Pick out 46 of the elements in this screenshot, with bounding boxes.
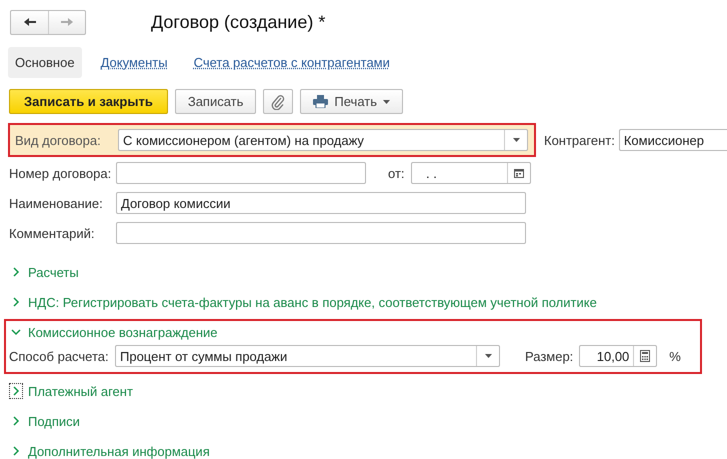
section-header[interactable]: Платежный агент [6, 380, 133, 402]
field-label: Комментарий: [9, 226, 96, 240]
field-label: Наименование: [9, 196, 104, 210]
field-label: Номер договора: [9, 166, 112, 180]
save-button[interactable]: Записать [174, 89, 256, 114]
tab[interactable]: Счета расчетов с контрагентами [186, 46, 397, 78]
tab[interactable]: Документы [94, 46, 175, 78]
chevron-right-icon [11, 267, 21, 277]
counterparty-field[interactable]: Комиссионер [618, 129, 727, 151]
chevron-right-icon [11, 297, 21, 307]
field-label: Способ расчета: [9, 348, 110, 364]
paperclip-icon [271, 94, 286, 110]
input-field[interactable]: Договор комиссии [116, 192, 526, 214]
tab[interactable]: Основное [8, 46, 82, 78]
caret-icon [512, 138, 520, 142]
section-header[interactable]: Дополнительная информация [6, 440, 210, 459]
section-header[interactable]: НДС: Регистрировать счета-фактуры на аванс в порядке, соответствующем учетной политике [6, 291, 597, 313]
date-field[interactable]: . . [411, 162, 531, 184]
field-label: Контрагент: [544, 132, 615, 148]
section-header[interactable]: Расчеты [6, 261, 79, 283]
attach-button[interactable] [263, 89, 294, 114]
field-label: Размер: [525, 348, 574, 364]
calendar-icon [514, 168, 524, 178]
calculator-icon [640, 350, 650, 362]
left-arrow-icon [22, 17, 36, 27]
number-field[interactable]: 10,00 [579, 345, 658, 367]
field-label: от: [388, 166, 406, 180]
contract-type-dropdown[interactable]: С комиссионером (агентом) на продажу [118, 129, 528, 151]
printer-icon [313, 95, 328, 108]
caret-icon [484, 354, 492, 358]
section-header[interactable]: Подписи [6, 410, 80, 432]
window-title: Договор (создание) * [151, 12, 326, 32]
calculation-method-dropdown[interactable]: Процент от суммы продажи [115, 345, 500, 367]
input-field[interactable] [116, 222, 526, 244]
caret-icon [383, 100, 390, 104]
chevron-right-icon [11, 446, 21, 456]
right-arrow-icon [60, 17, 74, 27]
save-and-close-button[interactable]: Записать и закрыть [9, 89, 168, 114]
unit-label: % [669, 348, 681, 364]
chevron-right-icon [11, 386, 21, 396]
print-button[interactable]: Печать [300, 89, 403, 114]
chevron-right-icon [11, 416, 21, 426]
input-field[interactable] [116, 162, 366, 184]
section-header[interactable]: Комиссионное вознаграждение [6, 321, 218, 343]
chevron-down-icon [11, 327, 21, 337]
field-label: Вид договора: [15, 132, 102, 148]
